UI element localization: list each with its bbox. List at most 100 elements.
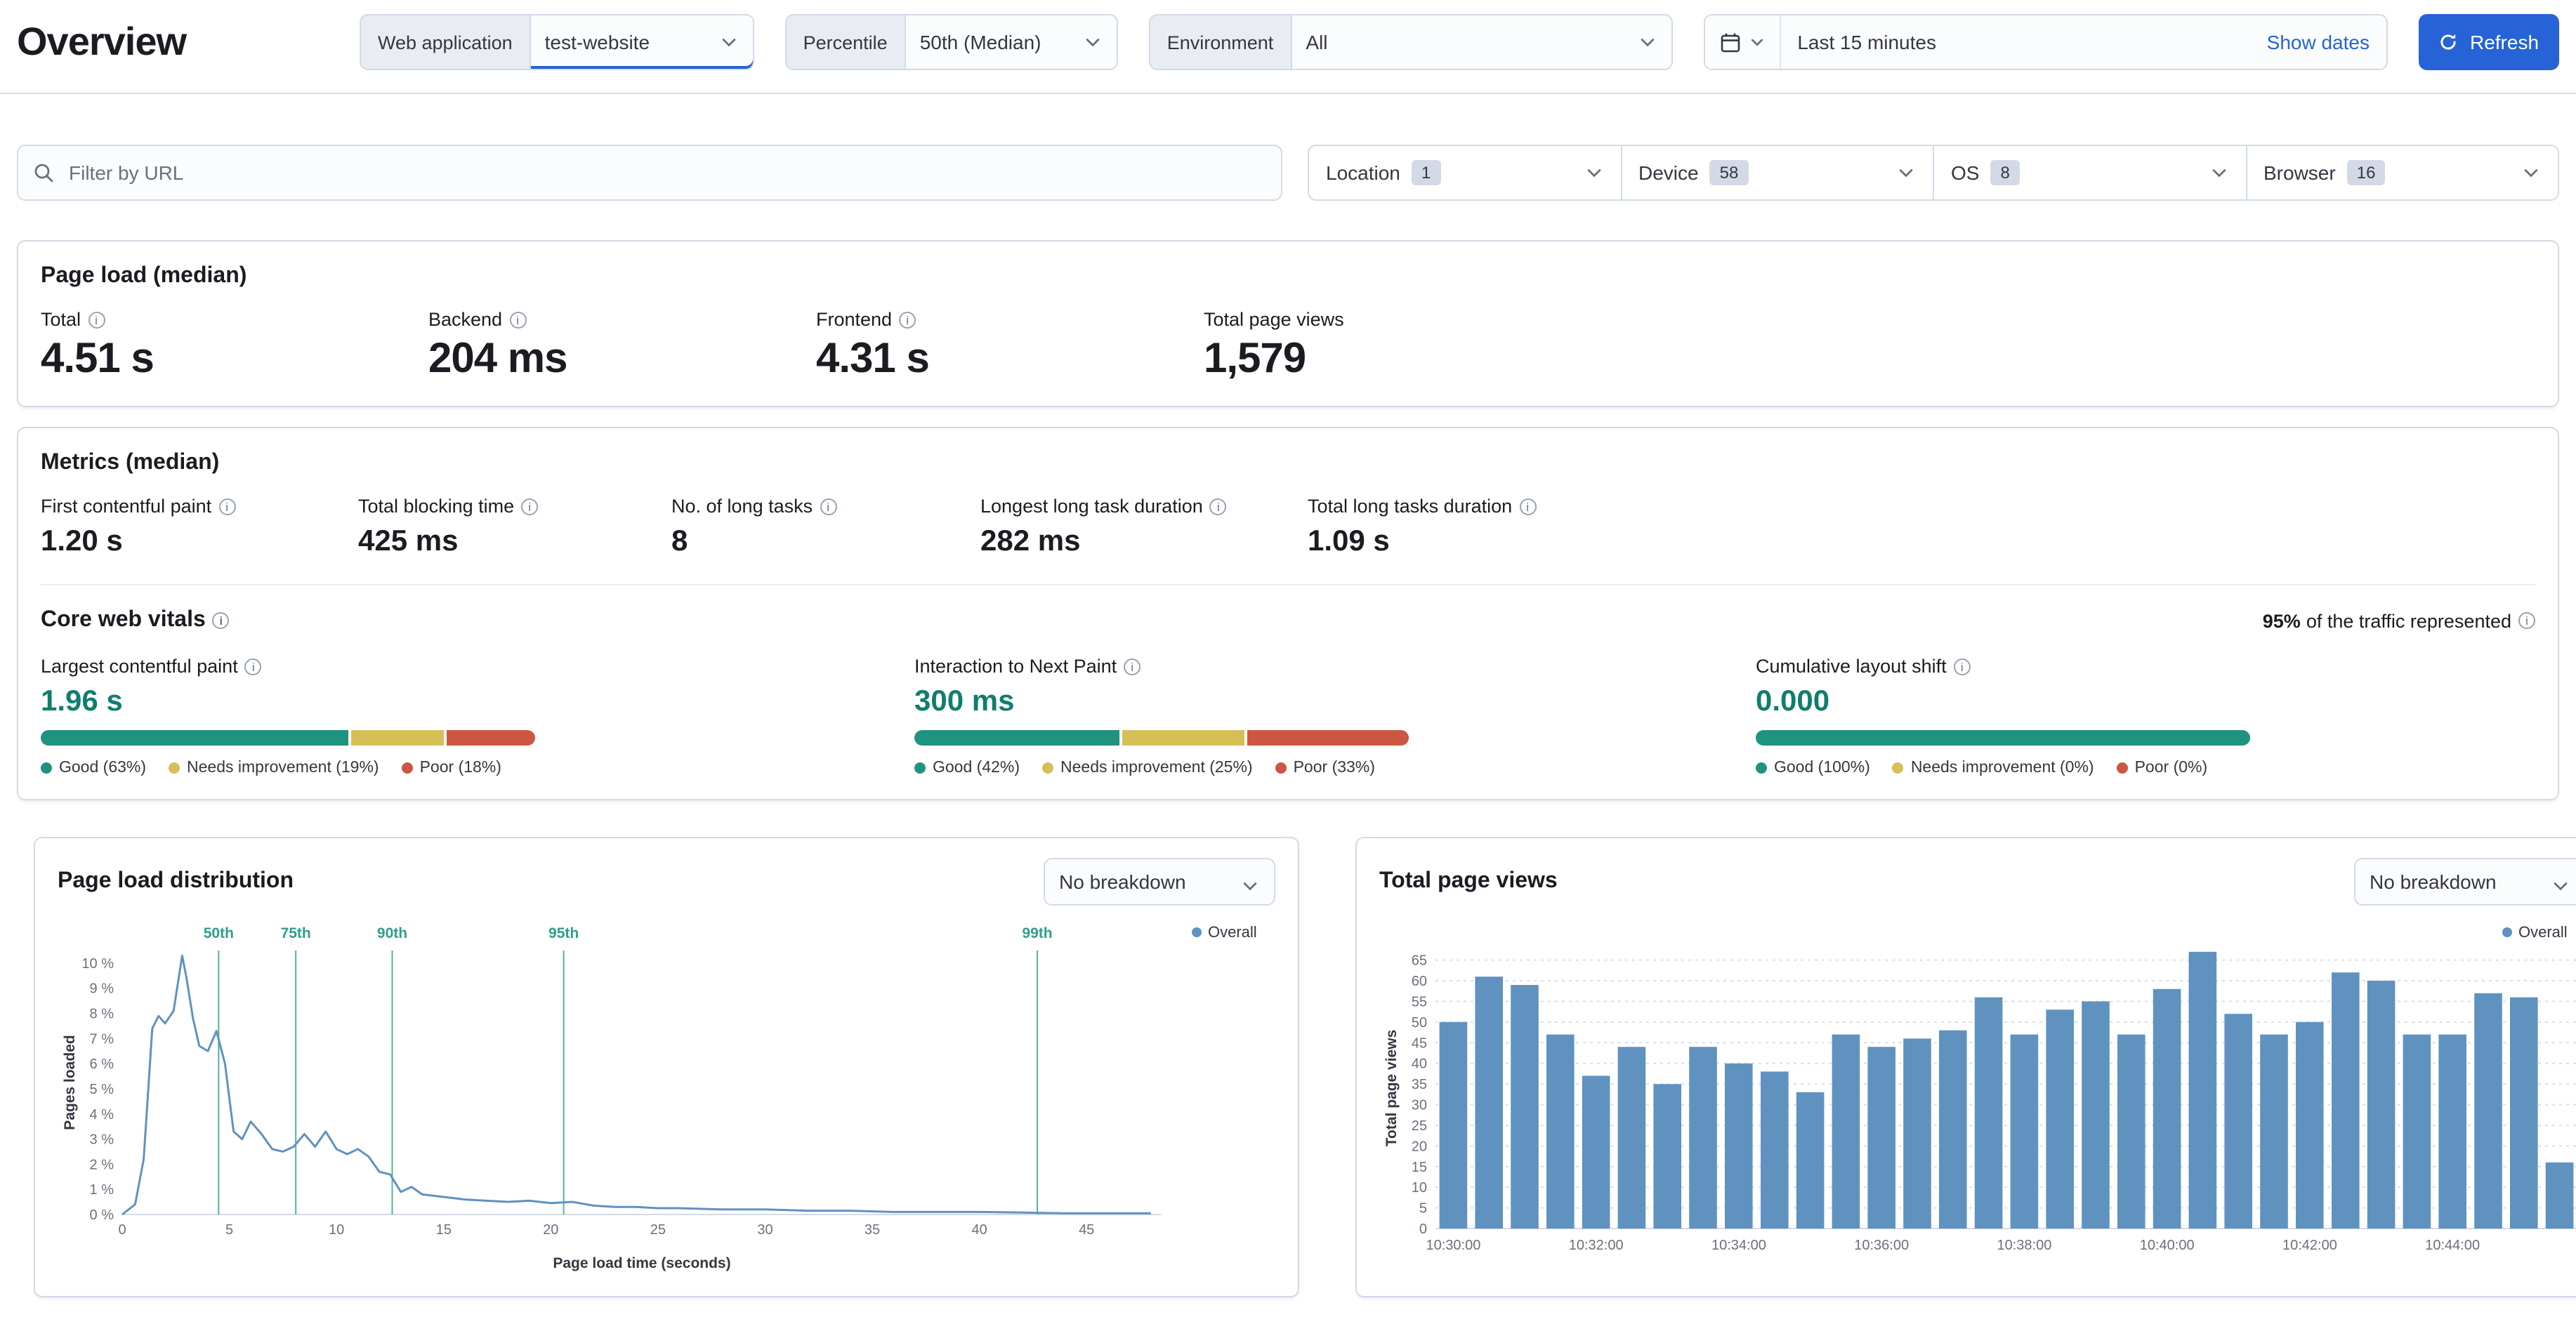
total-long-tasks-value: 1.09 s (1308, 525, 1390, 557)
chevron-down-icon (1243, 882, 1257, 891)
svg-text:10: 10 (329, 1222, 344, 1238)
page-load-distribution-chart[interactable]: 0 % 1 % 2 % 3 % 4 % 5 % 6 % 7 % 8 % 9 % 10 % 0 5 10 15… (58, 914, 1275, 1276)
refresh-icon (2441, 34, 2457, 50)
svg-text:10:32:00: 10:32:00 (1569, 1238, 1624, 1253)
svg-text:95th: 95th (548, 925, 579, 941)
svg-text:2 %: 2 % (90, 1157, 114, 1172)
svg-text:30: 30 (1412, 1098, 1427, 1113)
web-application-value: test-website (544, 31, 650, 53)
svg-text:9 %: 9 % (90, 981, 114, 997)
svg-text:25: 25 (650, 1222, 666, 1238)
environment-group: Environment All (1148, 14, 1673, 70)
os-count-badge: 8 (1990, 160, 2020, 185)
chart-header: Total page views No breakdown (1379, 858, 2576, 906)
lcp-legend: Good (63%) Needs improvement (19%) Poor … (41, 760, 914, 776)
web-application-select[interactable]: test-website (529, 14, 754, 70)
poor-dot (401, 762, 413, 774)
time-range-display[interactable]: Last 15 minutes Show dates (1780, 31, 2386, 53)
show-dates-link[interactable]: Show dates (2267, 31, 2370, 53)
svg-text:35: 35 (865, 1222, 880, 1238)
needs-improvement-dot (1042, 762, 1054, 774)
info-icon[interactable] (820, 498, 837, 515)
info-icon[interactable] (2518, 612, 2535, 629)
chevron-down-icon (2212, 169, 2226, 178)
info-icon[interactable] (218, 498, 236, 515)
svg-text:10:38:00: 10:38:00 (1997, 1238, 2051, 1253)
ux-overview-page: Overview Web application test-website Pe… (0, 0, 2576, 1317)
os-filter[interactable]: OS 8 (1933, 146, 2245, 199)
svg-text:90th: 90th (377, 925, 407, 941)
svg-text:65: 65 (1412, 953, 1427, 969)
svg-text:35: 35 (1412, 1077, 1427, 1092)
info-icon[interactable] (509, 311, 527, 328)
svg-text:Overall: Overall (2518, 923, 2568, 941)
info-icon[interactable] (88, 311, 105, 328)
inp-distribution-bar (914, 730, 1409, 746)
breakdown-select[interactable]: No breakdown (1044, 858, 1275, 906)
info-icon[interactable] (244, 658, 262, 675)
svg-text:4 %: 4 % (90, 1107, 114, 1123)
svg-text:8 %: 8 % (90, 1007, 114, 1022)
browser-filter[interactable]: Browser 16 (2245, 146, 2558, 199)
chevron-down-icon (1751, 39, 1763, 46)
svg-text:10 %: 10 % (81, 956, 114, 972)
poor-dot (1275, 762, 1287, 774)
info-icon[interactable] (212, 612, 230, 629)
time-range-value: Last 15 minutes (1797, 31, 1936, 53)
total-page-views-chart[interactable]: 0 5 10 15 20 25 30 35 40 45 50 55 60 65 10:30:00 10:32:… (1379, 914, 2576, 1276)
needs-improvement-dot (1892, 762, 1904, 774)
browser-count-badge: 16 (2346, 160, 2386, 185)
filter-row: Location 1 Device 58 OS 8 Browser 16 (17, 145, 2559, 201)
cwv-divider (41, 584, 2535, 585)
info-icon[interactable] (899, 311, 916, 328)
total-page-views-panel: Total page views No breakdown 0 5 10 15 20 25… (1355, 837, 2576, 1297)
info-icon[interactable] (1209, 498, 1227, 515)
svg-text:40: 40 (971, 1222, 987, 1238)
total-page-views-title: Total page views (1379, 869, 1558, 893)
url-filter-input[interactable] (66, 160, 1267, 185)
tbt-stat: Total blocking time 425 ms (358, 496, 671, 559)
cls-vital: Cumulative layout shift 0.000 Good (100%… (1756, 656, 2535, 776)
location-filter[interactable]: Location 1 (1309, 146, 1620, 199)
page-load-distribution-panel: Page load distribution No breakdown 0 % 1… (34, 837, 1299, 1297)
svg-text:15: 15 (1412, 1160, 1427, 1175)
good-dot (41, 762, 52, 774)
svg-text:3 %: 3 % (90, 1132, 114, 1148)
longest-long-task-value: 282 ms (980, 525, 1081, 557)
svg-text:20: 20 (1412, 1139, 1427, 1154)
cls-value: 0.000 (1756, 685, 1830, 717)
lcp-distribution-bar (41, 730, 535, 746)
svg-text:0: 0 (1419, 1222, 1427, 1237)
good-dot (914, 762, 926, 774)
breakdown-select[interactable]: No breakdown (2354, 858, 2576, 906)
calendar-dropdown-button[interactable] (1704, 15, 1781, 69)
fcp-stat: First contentful paint 1.20 s (41, 496, 358, 559)
svg-text:75th: 75th (281, 925, 311, 941)
cls-legend: Good (100%) Needs improvement (0%) Poor … (1756, 760, 2535, 776)
info-icon[interactable] (1953, 658, 1971, 675)
svg-text:10:36:00: 10:36:00 (1854, 1238, 1909, 1253)
metrics-stats: First contentful paint 1.20 s Total bloc… (41, 496, 2535, 559)
lcp-vital: Largest contentful paint 1.96 s Good (63… (41, 656, 914, 776)
environment-select[interactable]: All (1290, 14, 1673, 70)
device-filter[interactable]: Device 58 (1620, 146, 1933, 199)
info-icon[interactable] (521, 498, 539, 515)
svg-text:10:30:00: 10:30:00 (1426, 1238, 1480, 1253)
svg-text:6 %: 6 % (90, 1057, 114, 1072)
frontend-value: 4.31 s (816, 336, 930, 382)
svg-text:45: 45 (1079, 1222, 1094, 1238)
inp-value: 300 ms (914, 685, 1015, 717)
svg-text:15: 15 (436, 1222, 452, 1238)
svg-text:40: 40 (1412, 1057, 1427, 1072)
percentile-select[interactable]: 50th (Median) (904, 14, 1118, 70)
svg-text:5 %: 5 % (90, 1082, 114, 1097)
chevron-down-icon (1641, 39, 1654, 47)
svg-text:60: 60 (1412, 974, 1427, 989)
info-icon[interactable] (1519, 498, 1537, 515)
page-load-distribution-title: Page load distribution (58, 869, 294, 893)
svg-text:30: 30 (757, 1222, 773, 1238)
info-icon[interactable] (1124, 658, 1141, 675)
refresh-button[interactable]: Refresh (2419, 14, 2559, 70)
long-tasks-count-stat: No. of long tasks 8 (671, 496, 980, 559)
inp-legend: Good (42%) Needs improvement (25%) Poor … (914, 760, 1756, 776)
